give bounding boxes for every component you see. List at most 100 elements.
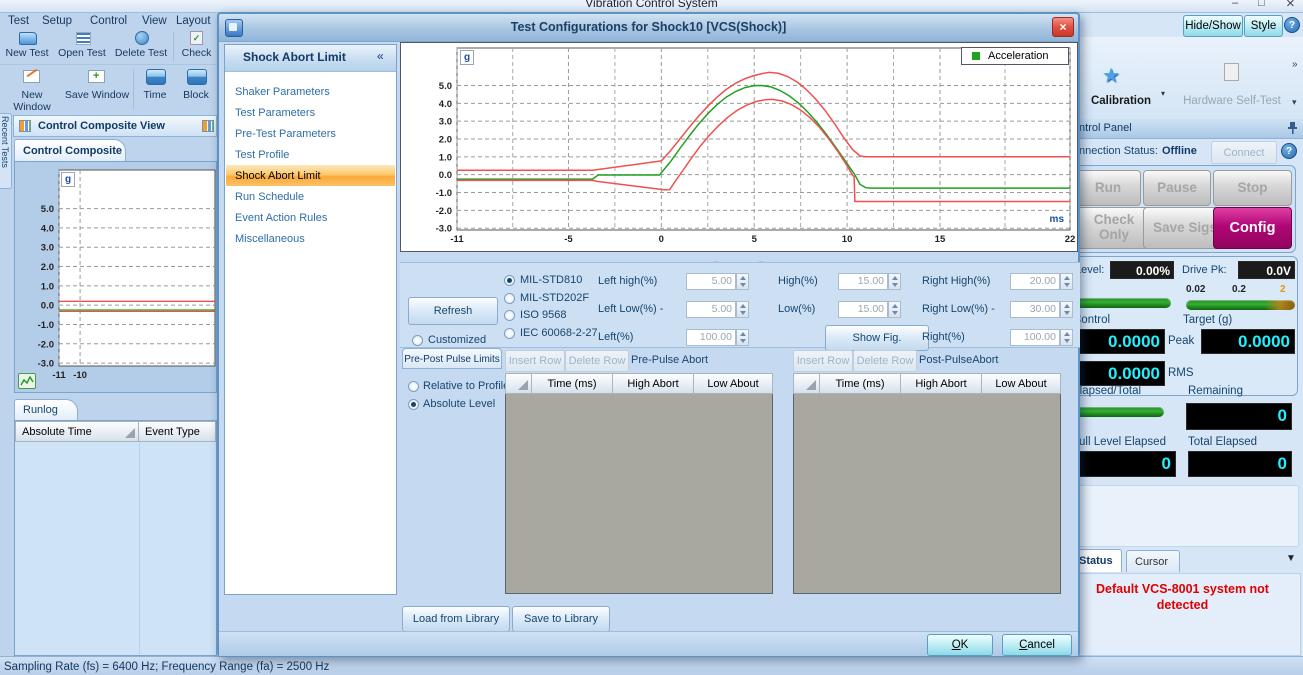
pre-col-time[interactable]: Time (ms) <box>532 373 613 394</box>
recent-tests-tab[interactable]: Recent Tests <box>0 113 12 189</box>
calibration-caret-icon[interactable]: ▾ <box>1161 89 1165 98</box>
high-input[interactable]: 15.00 <box>838 273 888 290</box>
right-low-input[interactable]: 30.00 <box>1010 301 1060 318</box>
pre-col-high-abort[interactable]: High Abort <box>613 373 694 394</box>
hardware-selftest-button[interactable]: Hardware Self-Test <box>1178 95 1286 107</box>
menu-item-control[interactable]: Control <box>90 15 127 27</box>
post-delete-row-button[interactable]: Delete Row <box>853 350 917 372</box>
right-high-input[interactable]: 20.00 <box>1010 273 1060 290</box>
chart-tool-icon[interactable] <box>18 373 36 389</box>
window-close-icon[interactable]: × <box>1286 0 1295 12</box>
relative-to-profile-label[interactable]: Relative to Profile <box>423 380 509 392</box>
standard-label-milstd810[interactable]: MIL-STD810 <box>520 274 582 286</box>
sidebar-item-pre-test-parameters[interactable]: Pre-Test Parameters <box>226 123 395 144</box>
dialog-titlebar[interactable]: Test Configurations for Shock10 [VCS(Sho… <box>219 14 1078 42</box>
cancel-button[interactable]: Cancel <box>1002 634 1072 656</box>
left-high-input[interactable]: 5.00 <box>686 273 736 290</box>
left-high-spinner[interactable] <box>736 273 749 290</box>
standard-label-milstd202f[interactable]: MIL-STD202F <box>520 292 589 304</box>
relative-to-profile-radio[interactable] <box>408 381 419 392</box>
high-spinner[interactable] <box>888 273 901 290</box>
standard-label-iso9568[interactable]: ISO 9568 <box>520 309 566 321</box>
help-icon[interactable]: ? <box>1281 143 1297 159</box>
load-from-library-button[interactable]: Load from Library <box>402 606 510 632</box>
tab-runlog[interactable]: Runlog <box>14 399 78 420</box>
standard-radio-milstd810[interactable] <box>504 275 515 286</box>
pin-icon[interactable] <box>1288 122 1297 134</box>
standard-radio-iso9568[interactable] <box>504 310 515 321</box>
check-only-button[interactable]: Check Only <box>1075 207 1153 249</box>
dialog-close-button[interactable]: × <box>1052 17 1074 37</box>
low-input[interactable]: 15.00 <box>838 301 888 318</box>
right-high-spinner[interactable] <box>1060 273 1073 290</box>
right-pct-spinner[interactable] <box>1060 329 1073 346</box>
standard-label-iec60068[interactable]: IEC 60068-2-27 <box>520 327 598 339</box>
open-test-button[interactable]: Open Test <box>54 30 110 63</box>
pause-button[interactable]: Pause <box>1143 170 1211 206</box>
control-composite-chart[interactable]: 5.04.03.02.01.00.0-1.0-2.0-3.0-11-10 <box>15 162 216 392</box>
post-insert-row-button[interactable]: Insert Row <box>793 350 853 372</box>
pre-pulse-table-body[interactable] <box>505 394 773 594</box>
calibration-button[interactable]: Calibration <box>1082 95 1160 107</box>
splitter-handle[interactable]: ▾ ········· ▾ <box>400 253 1078 262</box>
absolute-level-radio[interactable] <box>408 399 419 410</box>
absolute-level-label[interactable]: Absolute Level <box>423 398 495 410</box>
right-low-spinner[interactable] <box>1060 301 1073 318</box>
run-button[interactable]: Run <box>1075 170 1141 206</box>
customized-radio[interactable] <box>412 335 423 346</box>
style-button[interactable]: Style <box>1244 15 1283 37</box>
config-button[interactable]: Config <box>1213 207 1292 249</box>
sidebar-item-test-profile[interactable]: Test Profile <box>226 144 395 165</box>
post-col-high-abort[interactable]: High Abort <box>901 373 982 394</box>
hide-show-button[interactable]: Hide/Show <box>1183 15 1243 37</box>
new-window-button[interactable]: New Window <box>2 68 62 114</box>
menu-item-layout[interactable]: Layout <box>176 15 211 27</box>
help-icon[interactable]: ? <box>1284 17 1300 33</box>
left-pct-spinner[interactable] <box>736 329 749 346</box>
sidebar-item-shaker-parameters[interactable]: Shaker Parameters <box>226 81 395 102</box>
check-test-button[interactable]: ✓ Check <box>176 30 217 63</box>
sidebar-item-test-parameters[interactable]: Test Parameters <box>226 102 395 123</box>
tab-cursor[interactable]: Cursor <box>1126 550 1180 572</box>
low-spinner[interactable] <box>888 301 901 318</box>
pre-col-low-abort[interactable]: Low About <box>694 373 773 394</box>
post-pulse-table-body[interactable] <box>793 394 1061 594</box>
pre-delete-row-button[interactable]: Delete Row <box>565 350 629 372</box>
window-minimize-icon[interactable]: – <box>1232 0 1238 9</box>
window-maximize-icon[interactable]: □ <box>1258 0 1265 9</box>
time-button[interactable]: Time <box>137 68 173 114</box>
sidebar-item-run-schedule[interactable]: Run Schedule <box>226 186 395 207</box>
abort-limit-chart[interactable]: 5.04.03.02.01.00.0-1.0-2.0-3.0-11-505101… <box>401 43 1077 251</box>
post-col-time[interactable]: Time (ms) <box>820 373 901 394</box>
ribbon-overflow-icon[interactable]: » <box>1292 59 1298 70</box>
delete-test-button[interactable]: Delete Test <box>112 30 170 63</box>
block-button[interactable]: Block <box>175 68 217 114</box>
left-low-spinner[interactable] <box>736 301 749 318</box>
left-pct-input[interactable]: 100.00 <box>686 329 736 346</box>
right-pct-input[interactable]: 100.00 <box>1010 329 1060 346</box>
connect-button[interactable]: Connect <box>1211 141 1277 164</box>
new-test-button[interactable]: New Test <box>2 30 52 63</box>
customized-label[interactable]: Customized <box>428 334 486 346</box>
stop-button[interactable]: Stop <box>1213 170 1292 206</box>
ribbon-more-icon[interactable]: ▾ <box>1292 97 1297 108</box>
menu-item-test[interactable]: Test <box>8 15 29 27</box>
pre-insert-row-button[interactable]: Insert Row <box>505 350 565 372</box>
runlog-col-absolute-time[interactable]: Absolute Time <box>15 421 139 442</box>
standard-radio-milstd202f[interactable] <box>504 293 515 304</box>
post-col-low-abort[interactable]: Low About <box>982 373 1061 394</box>
sidebar-collapse-icon[interactable]: « <box>377 49 384 63</box>
save-window-button[interactable]: + Save Window <box>64 68 130 114</box>
sidebar-item-miscellaneous[interactable]: Miscellaneous <box>226 228 395 249</box>
save-to-library-button[interactable]: Save to Library <box>512 606 610 632</box>
standard-radio-iec60068[interactable] <box>504 328 515 339</box>
runlog-col-event-type[interactable]: Event Type <box>139 421 216 442</box>
ok-button[interactable]: OK <box>927 634 993 656</box>
grid-icon[interactable] <box>202 120 214 132</box>
tab-control-composite[interactable]: Control Composite <box>14 139 126 161</box>
menu-item-setup[interactable]: Setup <box>42 15 72 27</box>
sidebar-item-shock-abort-limit[interactable]: Shock Abort Limit <box>226 165 395 186</box>
refresh-button[interactable]: Refresh <box>408 297 498 325</box>
tabs-caret-icon[interactable]: ▼ <box>1286 553 1296 564</box>
left-low-input[interactable]: 5.00 <box>686 301 736 318</box>
